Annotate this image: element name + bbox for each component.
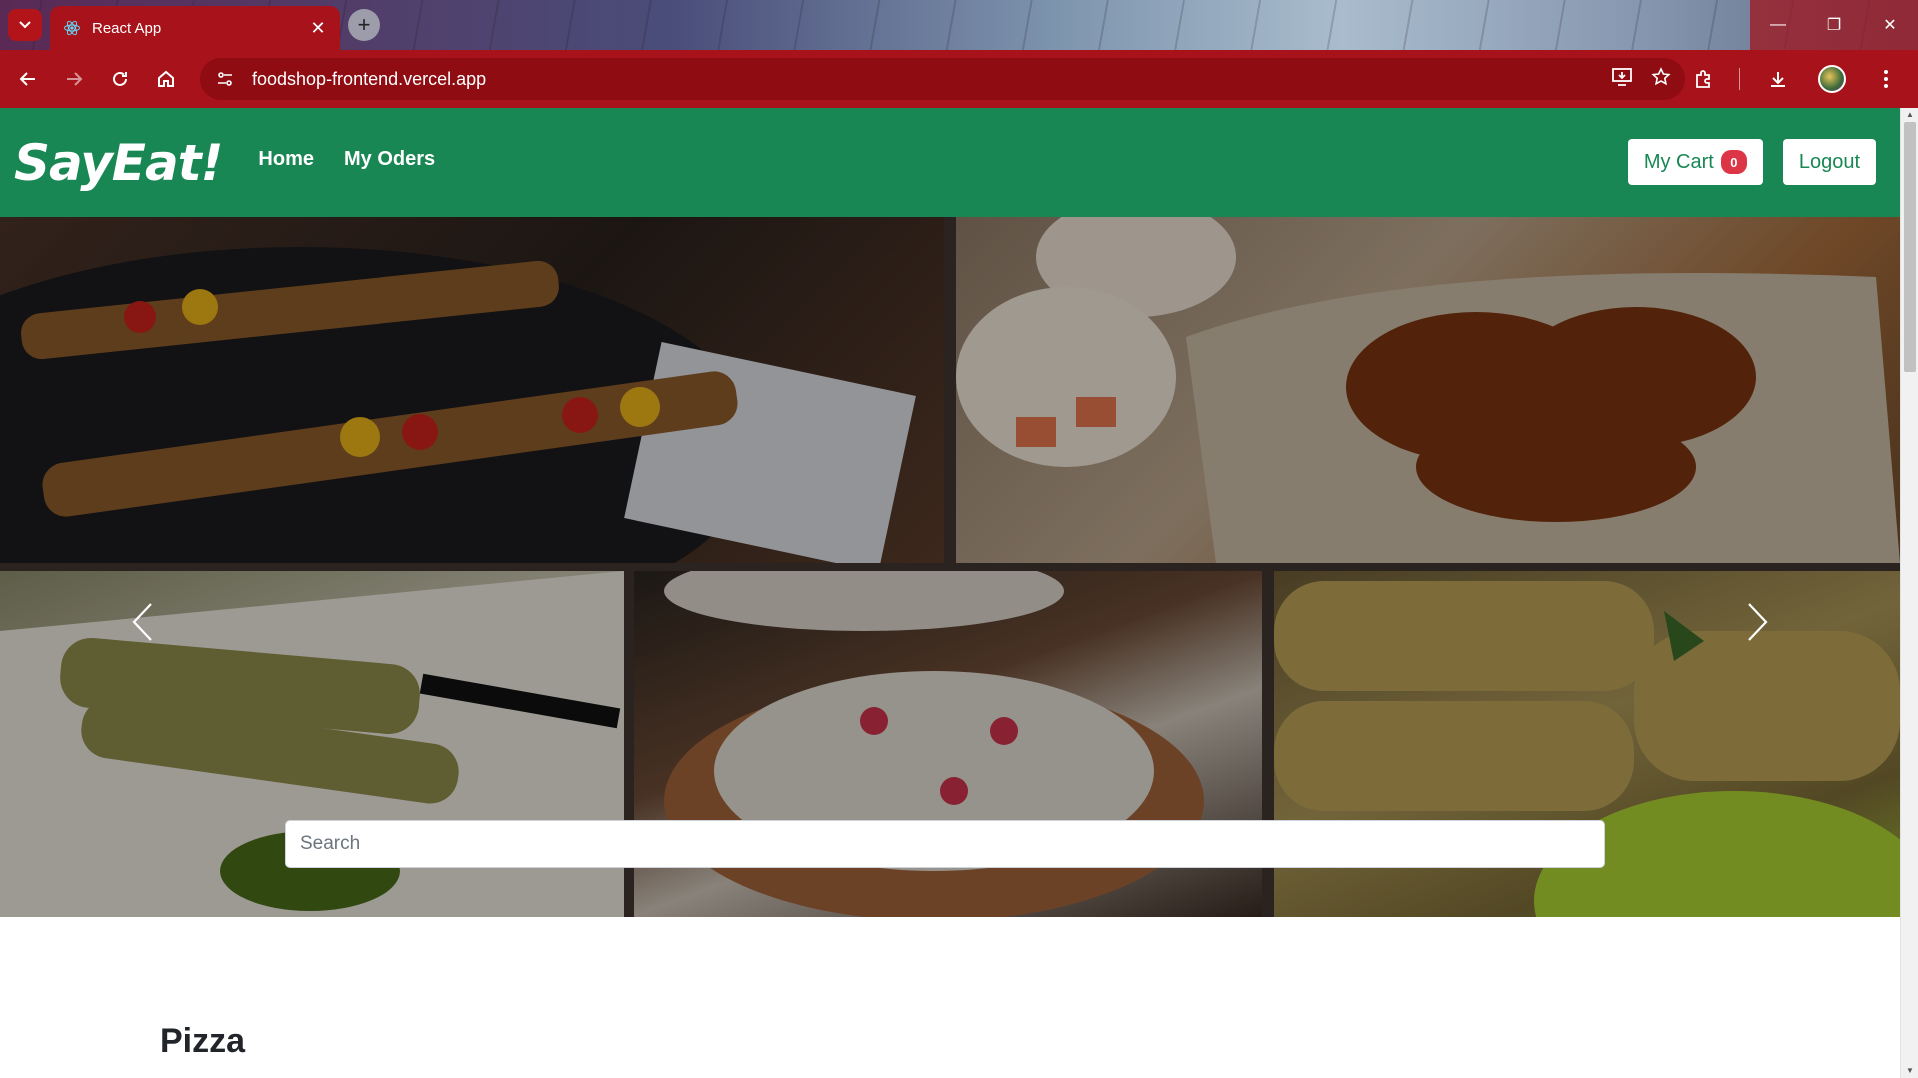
nav-actions: My Cart 0 Logout bbox=[1627, 139, 1876, 185]
browser-tab[interactable]: React App ✕ bbox=[50, 6, 340, 50]
home-icon bbox=[158, 70, 174, 87]
nav-link-home[interactable]: Home bbox=[258, 148, 314, 171]
reload-button[interactable] bbox=[98, 57, 142, 101]
close-tab-icon[interactable]: ✕ bbox=[308, 18, 328, 39]
address-bar[interactable]: foodshop-frontend.vercel.app bbox=[200, 58, 1685, 100]
carousel-next-button[interactable] bbox=[1738, 597, 1778, 647]
chevron-right-icon bbox=[1748, 603, 1768, 641]
carousel-prev-button[interactable] bbox=[122, 597, 162, 647]
tab-title: React App bbox=[92, 19, 162, 37]
nav-links: Home My Oders bbox=[258, 148, 435, 171]
home-button[interactable] bbox=[144, 57, 188, 101]
browser-menu-button[interactable] bbox=[1864, 57, 1908, 101]
puzzle-icon bbox=[1696, 70, 1710, 88]
food-photo-skewers bbox=[0, 217, 944, 563]
arrow-left-icon bbox=[19, 72, 35, 86]
brand-logo[interactable]: SayEat! bbox=[14, 134, 223, 192]
hero-carousel bbox=[0, 217, 1900, 917]
nav-link-my-orders[interactable]: My Oders bbox=[344, 148, 435, 171]
downloads-button[interactable] bbox=[1756, 57, 1800, 101]
chevron-left-icon bbox=[132, 603, 152, 641]
page-scrollbar[interactable]: ▲ ▼ bbox=[1900, 108, 1918, 1078]
page-viewport: SayEat! Home My Oders My Cart 0 Logout S… bbox=[0, 108, 1918, 1078]
minimize-icon[interactable]: — bbox=[1750, 0, 1806, 50]
browser-tab-strip: React App ✕ + — ❐ ✕ bbox=[0, 0, 1918, 50]
profile-button[interactable] bbox=[1810, 57, 1854, 101]
arrow-right-icon bbox=[67, 72, 83, 86]
my-cart-button[interactable]: My Cart 0 bbox=[1627, 139, 1763, 185]
search-input[interactable] bbox=[285, 820, 1605, 868]
avatar bbox=[1818, 65, 1846, 93]
food-photo-wings bbox=[956, 217, 1900, 563]
category-title: Pizza bbox=[160, 1022, 246, 1060]
back-button[interactable] bbox=[6, 57, 50, 101]
scrollbar-thumb[interactable] bbox=[1904, 122, 1916, 372]
install-app-icon[interactable] bbox=[1611, 67, 1633, 92]
new-tab-button[interactable]: + bbox=[348, 9, 380, 41]
bookmark-star-icon[interactable] bbox=[1651, 66, 1671, 92]
more-vert-icon bbox=[1884, 70, 1888, 88]
window-controls: — ❐ ✕ bbox=[1750, 0, 1918, 50]
restore-icon[interactable]: ❐ bbox=[1806, 0, 1862, 50]
browser-toolbar: foodshop-frontend.vercel.app bbox=[0, 50, 1918, 108]
extensions-button[interactable] bbox=[1681, 57, 1725, 101]
site-navbar: SayEat! Home My Oders My Cart 0 Logout bbox=[0, 108, 1900, 217]
reload-icon bbox=[113, 71, 127, 86]
cart-count-badge: 0 bbox=[1720, 150, 1747, 174]
plus-icon: + bbox=[357, 12, 371, 37]
download-icon bbox=[1771, 72, 1785, 87]
tab-search-button[interactable] bbox=[8, 9, 42, 41]
cart-label: My Cart bbox=[1643, 150, 1714, 173]
react-icon bbox=[62, 18, 82, 38]
forward-button[interactable] bbox=[52, 57, 96, 101]
logout-button[interactable]: Logout bbox=[1782, 139, 1876, 185]
chevron-down-icon bbox=[19, 21, 31, 29]
scroll-up-icon[interactable]: ▲ bbox=[1901, 108, 1918, 122]
window-close-icon[interactable]: ✕ bbox=[1862, 0, 1918, 50]
toolbar-divider bbox=[1739, 68, 1740, 90]
site-info-icon[interactable] bbox=[212, 66, 238, 92]
scroll-down-icon[interactable]: ▼ bbox=[1901, 1064, 1918, 1078]
url-text: foodshop-frontend.vercel.app bbox=[252, 68, 487, 89]
